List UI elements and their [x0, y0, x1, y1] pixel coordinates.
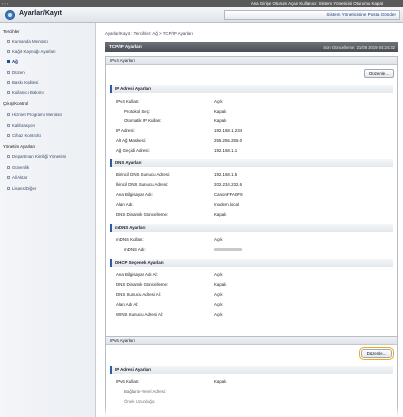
- row-host-name: Ana Bilgisayar Adı: CanonFFA0F9: [116, 192, 243, 197]
- mail-admin-button[interactable]: Sistem Yöneticisine Posta Gönder: [224, 10, 400, 20]
- bullet-icon: [7, 113, 10, 117]
- header: Ayarlar/Kayıt Sistem Yöneticisine Posta …: [0, 7, 403, 23]
- row-domain-name: Alan Adı: modem.local: [116, 202, 239, 207]
- row-dns-dynamic-update: DNS Dinamik Güncelleme: Kapalı: [116, 212, 227, 217]
- window-dots-icon: ▪▪▪: [2, 1, 10, 6]
- breadcrumb: Ayarlar/Kayıt : Tercihler: Ağ > TCP/IP A…: [105, 31, 193, 36]
- bullet-icon: [7, 81, 10, 85]
- redacted-value: [214, 246, 242, 253]
- sidebar-heading-management: Yönetim Ayarları: [3, 144, 36, 149]
- sidebar-item-device-control[interactable]: Cihaz Kontrolü: [7, 133, 41, 138]
- row-get-domain-name: Alan Adı Al: Açık: [116, 302, 223, 307]
- sidebar: Tercihler Kumanda Menüsü Kağıt Kaynağı A…: [0, 23, 96, 417]
- main-content: Ayarlar/Kayıt : Tercihler: Ağ > TCP/IP A…: [104, 23, 403, 417]
- sidebar-item-paper-source[interactable]: Kağıt Kaynağı Ayarları: [7, 49, 56, 54]
- bullet-icon: [7, 40, 10, 44]
- bullet-icon: [7, 60, 10, 64]
- row-subnet-mask: Alt Ağ Maskesi: 255.255.255.0: [116, 138, 243, 143]
- bottom-fade: [104, 407, 403, 417]
- sidebar-item-network[interactable]: Ağ: [7, 59, 18, 64]
- row-gateway: Ağ Geçidi Adresi: 192.168.1.1: [116, 148, 238, 153]
- sidebar-item-license-other[interactable]: Lisans/Diğer: [7, 186, 36, 191]
- ipv6-edit-button[interactable]: Düzenle...: [359, 347, 394, 360]
- ipv6-ip-section-title: IP Adresi Ayarları: [110, 366, 393, 374]
- row-protocol-select: Protokol Seç: Kapalı: [124, 109, 227, 114]
- row-dhcp-dns-update: DNS Dinamik Güncelleme: Kapalı: [116, 282, 227, 287]
- ip-address-section-title: IP Adresi Ayarları: [110, 85, 393, 93]
- bullet-icon: [7, 134, 10, 138]
- bullet-icon: [7, 176, 10, 180]
- row-get-wins-server: WINS Sunucu Adresi Al: Açık: [116, 312, 223, 317]
- row-auto-ip: Otomatik IP Kullan: Kapalı: [124, 118, 227, 123]
- settings-globe-icon: [5, 10, 15, 20]
- row-ip-address: IP Adresi: 192.168.1.234: [116, 128, 243, 133]
- sidebar-item-user-maintenance[interactable]: Kullanıcı Bakımı: [7, 90, 44, 95]
- sidebar-item-import-export[interactable]: Al/Aktar: [7, 175, 27, 180]
- ipv6-box-title: IPv6 Ayarları: [106, 337, 397, 345]
- dns-section-title: DNS Ayarları: [110, 159, 393, 167]
- row-ipv6-use: IPv6 Kullan: Kapalı: [116, 379, 227, 384]
- page-title: TCP/IP Ayarları: [109, 44, 142, 49]
- bullet-icon: [7, 155, 10, 159]
- sidebar-item-print-quality[interactable]: Baskı Kalitesi: [7, 80, 38, 85]
- redacted-bar: [214, 248, 242, 251]
- bullet-icon: [7, 187, 10, 191]
- row-ipv4-use: IPv4 Kullan: Açık: [116, 99, 223, 104]
- top-strip: ▪▪▪ Ana Girişe Oturum Açan Kullanıcı: Si…: [0, 0, 403, 7]
- ipv6-settings-box: IPv6 Ayarları Düzenle... IP Adresi Ayarl…: [105, 336, 398, 417]
- sidebar-heading-output-control: Çıkış/Kontrol: [3, 101, 29, 106]
- sidebar-item-security[interactable]: Güvenlik: [7, 165, 29, 170]
- row-get-dns-server: DNS Sunucu Adresi Al: Açık: [116, 292, 223, 297]
- row-link-local-address: Bağlantı-Yerel Adresi:: [124, 389, 167, 394]
- sidebar-item-calibration[interactable]: Kalibrasyon: [7, 123, 35, 128]
- row-mdns-name: mDNS Adı:: [116, 246, 386, 253]
- last-updated: Son Güncelleme: 21/08 2019 04:24:32: [323, 44, 395, 50]
- ipv4-settings-box: IPv4 Ayarları Düzenle... IP Adresi Ayarl…: [105, 56, 398, 360]
- ipv4-box-title: IPv4 Ayarları: [106, 57, 397, 65]
- sidebar-item-control-menu[interactable]: Kumanda Menüsü: [7, 39, 48, 44]
- mdns-section-title: mDNS Ayarları: [110, 224, 393, 232]
- page-title-bar: TCP/IP Ayarları Son Güncelleme: 21/08 20…: [105, 42, 398, 52]
- sidebar-item-department-id[interactable]: Departman Kimliği Yönetimi: [7, 154, 66, 159]
- app-title: Ayarlar/Kayıt: [19, 10, 62, 17]
- row-prefix-length: Önek Uzunluğu:: [124, 399, 156, 404]
- sidebar-item-utility-menu[interactable]: Hizmet Programı Menüsü: [7, 112, 62, 117]
- bullet-icon: [7, 91, 10, 95]
- row-primary-dns: Birincil DNS Sunucu Adresi: 192.168.1.5: [116, 172, 238, 177]
- top-links[interactable]: Ana Girişe Oturum Açan Kullanıcı: Sistem…: [251, 1, 383, 6]
- row-mdns-use: mDNS Kullan: Açık: [116, 237, 223, 242]
- bullet-icon: [7, 166, 10, 170]
- sidebar-heading-preferences: Tercihler: [3, 29, 20, 34]
- row-get-host-name: Ana Bilgisayar Adı Al: Açık: [116, 272, 223, 277]
- dhcp-section-title: DHCP Seçenek Ayarları: [110, 259, 393, 267]
- bullet-icon: [7, 50, 10, 54]
- sidebar-item-layout[interactable]: Düzen: [7, 70, 25, 75]
- bullet-icon: [7, 71, 10, 75]
- ipv4-edit-button[interactable]: Düzenle...: [364, 69, 394, 78]
- row-secondary-dns: İkincil DNS Sunucu Adresi: 202.234.232.6: [116, 182, 243, 187]
- bullet-icon: [7, 124, 10, 128]
